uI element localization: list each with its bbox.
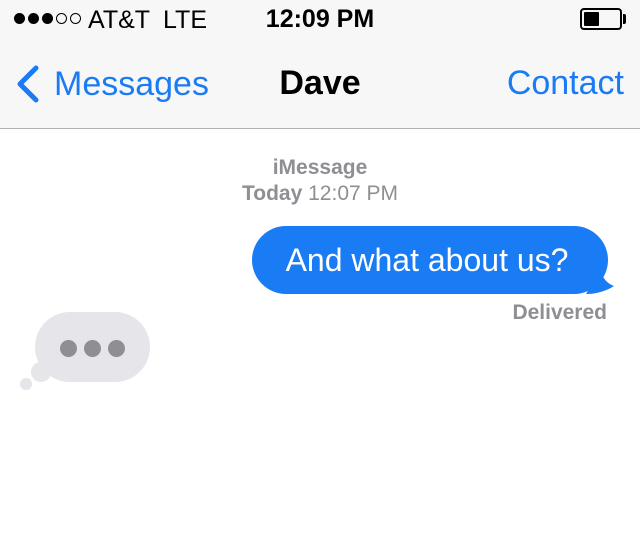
sent-message-text: And what about us? bbox=[285, 242, 569, 278]
typing-dot bbox=[84, 340, 101, 357]
timestamp-time: 12:07 PM bbox=[308, 182, 399, 205]
back-button-label: Messages bbox=[54, 64, 209, 103]
typing-bubble bbox=[35, 312, 150, 382]
typing-indicator bbox=[18, 312, 158, 392]
delivery-status: Delivered bbox=[512, 301, 607, 324]
sent-bubble-tail bbox=[586, 262, 614, 294]
typing-tail bbox=[31, 362, 51, 382]
sent-message-bubble[interactable]: And what about us? bbox=[252, 226, 608, 294]
service-label: iMessage bbox=[272, 156, 368, 179]
header: AT&T LTE 12:09 PM Messages Dave Contact bbox=[0, 0, 640, 129]
status-time: 12:09 PM bbox=[265, 5, 375, 33]
status-bar: AT&T LTE 12:09 PM bbox=[0, 0, 640, 40]
messages-screen: AT&T LTE 12:09 PM Messages Dave Contact … bbox=[0, 0, 640, 552]
timestamp-day: Today bbox=[241, 182, 303, 205]
message-timestamp: Today 12:07 PM bbox=[0, 182, 640, 206]
typing-tail-small bbox=[20, 378, 32, 390]
battery-tip bbox=[623, 14, 626, 24]
battery-level-fill bbox=[584, 12, 599, 26]
typing-dot bbox=[108, 340, 125, 357]
contact-button[interactable]: Contact bbox=[507, 64, 624, 103]
back-button[interactable]: Messages bbox=[14, 62, 209, 106]
chevron-left-icon bbox=[17, 65, 39, 103]
battery-icon bbox=[580, 8, 622, 30]
typing-dot bbox=[60, 340, 77, 357]
